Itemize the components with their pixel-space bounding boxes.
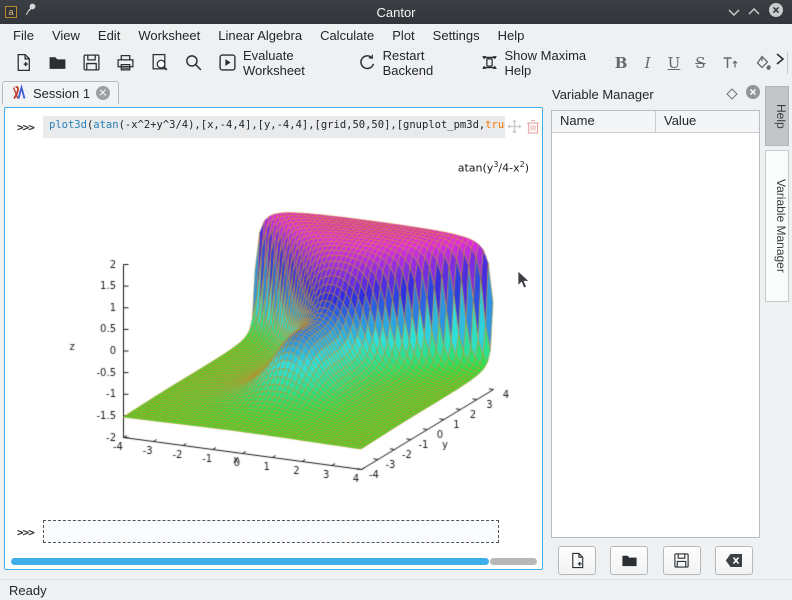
new-document-icon [569, 552, 586, 569]
restart-label: Restart Backend [383, 48, 465, 78]
strikethrough-button[interactable]: S [691, 54, 710, 72]
side-tab-strip: Help Variable Manager [765, 86, 791, 306]
dock-close-icon[interactable] [745, 84, 761, 105]
column-name[interactable]: Name [552, 111, 656, 132]
variables-table[interactable]: Name Value [551, 110, 760, 538]
toolbar: Evaluate Worksheet Restart Backend Show … [0, 46, 792, 79]
menu-file[interactable]: File [4, 26, 43, 45]
scrollbar-track[interactable] [490, 558, 537, 565]
horizontal-scrollbar [11, 558, 537, 565]
scrollbar-thumb[interactable] [11, 558, 489, 565]
tab-session-1[interactable]: Session 1 [2, 81, 119, 104]
evaluate-label: Evaluate Worksheet [243, 48, 343, 78]
bold-button[interactable]: B [611, 54, 630, 72]
status-text: Ready [9, 583, 47, 598]
menu-help[interactable]: Help [489, 26, 534, 45]
dock-title: Variable Manager [552, 87, 654, 102]
menu-view[interactable]: View [43, 26, 89, 45]
printer-icon [116, 53, 135, 72]
save-worksheet-button[interactable] [78, 50, 105, 75]
save-icon [673, 552, 690, 569]
save-variables-button[interactable] [663, 546, 701, 575]
title-bar: a Cantor [0, 0, 792, 24]
entry-prompt: >>> [17, 526, 34, 539]
paint-bucket-icon [754, 54, 772, 72]
new-document-icon [14, 53, 33, 72]
menu-plot[interactable]: Plot [383, 26, 423, 45]
menu-worksheet[interactable]: Worksheet [129, 26, 209, 45]
status-bar: Ready [0, 579, 792, 600]
close-icon[interactable] [768, 2, 784, 23]
mouse-cursor [517, 270, 531, 295]
restart-backend-button[interactable]: Restart Backend [354, 45, 469, 81]
plot-canvas [41, 150, 541, 510]
side-tab-variable-manager[interactable]: Variable Manager [765, 150, 789, 302]
find-button[interactable] [180, 50, 207, 75]
menu-edit[interactable]: Edit [89, 26, 129, 45]
remove-entry-icon[interactable] [526, 119, 540, 139]
italic-button[interactable]: I [638, 54, 657, 72]
show-maxima-help-button[interactable]: Show Maxima Help [476, 45, 605, 81]
text-color-button[interactable] [750, 51, 776, 75]
clear-backspace-icon [725, 553, 743, 568]
maxima-help-icon [480, 53, 499, 72]
save-icon [82, 53, 101, 72]
search-icon [184, 53, 203, 72]
dock-header: Variable Manager [546, 84, 763, 104]
worksheet-view: >>> plot3d(atan(-x^2+y^3/4),[x,-4,4],[y,… [4, 107, 543, 570]
tab-close-icon[interactable] [96, 86, 110, 100]
window-title: Cantor [0, 5, 792, 20]
new-command-entry[interactable] [43, 520, 499, 543]
print-preview-button[interactable] [146, 50, 173, 75]
font-size-icon [721, 54, 739, 72]
tab-session-label: Session 1 [33, 86, 90, 101]
print-preview-icon [150, 53, 169, 72]
command-entry[interactable]: plot3d(atan(-x^2+y^3/4),[x,-4,4],[y,-4,4… [43, 116, 505, 138]
evaluate-icon [218, 53, 237, 72]
menu-calculate[interactable]: Calculate [311, 26, 383, 45]
maxima-help-label: Show Maxima Help [505, 48, 601, 78]
font-size-button[interactable] [717, 51, 743, 75]
menu-linear-algebra[interactable]: Linear Algebra [209, 26, 311, 45]
print-button[interactable] [112, 50, 139, 75]
clear-variables-button[interactable] [715, 546, 753, 575]
variables-table-header: Name Value [552, 111, 759, 133]
plot-output: atan(y3/4-x2) [41, 150, 541, 510]
menu-bar: File View Edit Worksheet Linear Algebra … [0, 24, 792, 46]
float-panel-icon[interactable] [726, 88, 737, 99]
open-folder-icon [48, 53, 67, 72]
evaluate-worksheet-button[interactable]: Evaluate Worksheet [214, 45, 347, 81]
drag-handle-icon[interactable] [507, 119, 522, 139]
menu-settings[interactable]: Settings [424, 26, 489, 45]
new-worksheet-button[interactable] [10, 50, 37, 75]
maxima-session-icon [11, 85, 27, 101]
maximize-icon[interactable] [748, 3, 760, 21]
command-prompt: >>> [17, 121, 34, 134]
open-worksheet-button[interactable] [44, 50, 71, 75]
command-code: plot3d(atan(-x^2+y^3/4),[x,-4,4],[y,-4,4… [49, 119, 505, 131]
variable-manager-panel: Variable Manager Name Value [546, 84, 763, 577]
open-folder-icon [621, 552, 638, 569]
load-variables-button[interactable] [610, 546, 648, 575]
underline-button[interactable]: U [664, 54, 683, 72]
worksheet-tab-bar: Session 1 [0, 79, 545, 104]
variable-manager-actions [551, 545, 760, 575]
new-variable-button[interactable] [558, 546, 596, 575]
restart-icon [358, 53, 377, 72]
column-value[interactable]: Value [656, 111, 696, 132]
minimize-icon[interactable] [728, 3, 740, 21]
plot-title: atan(y3/4-x2) [458, 160, 529, 175]
toolbar-overflow-button[interactable] [774, 52, 786, 71]
side-tab-help[interactable]: Help [765, 86, 789, 146]
toolbar-separator [787, 52, 788, 74]
